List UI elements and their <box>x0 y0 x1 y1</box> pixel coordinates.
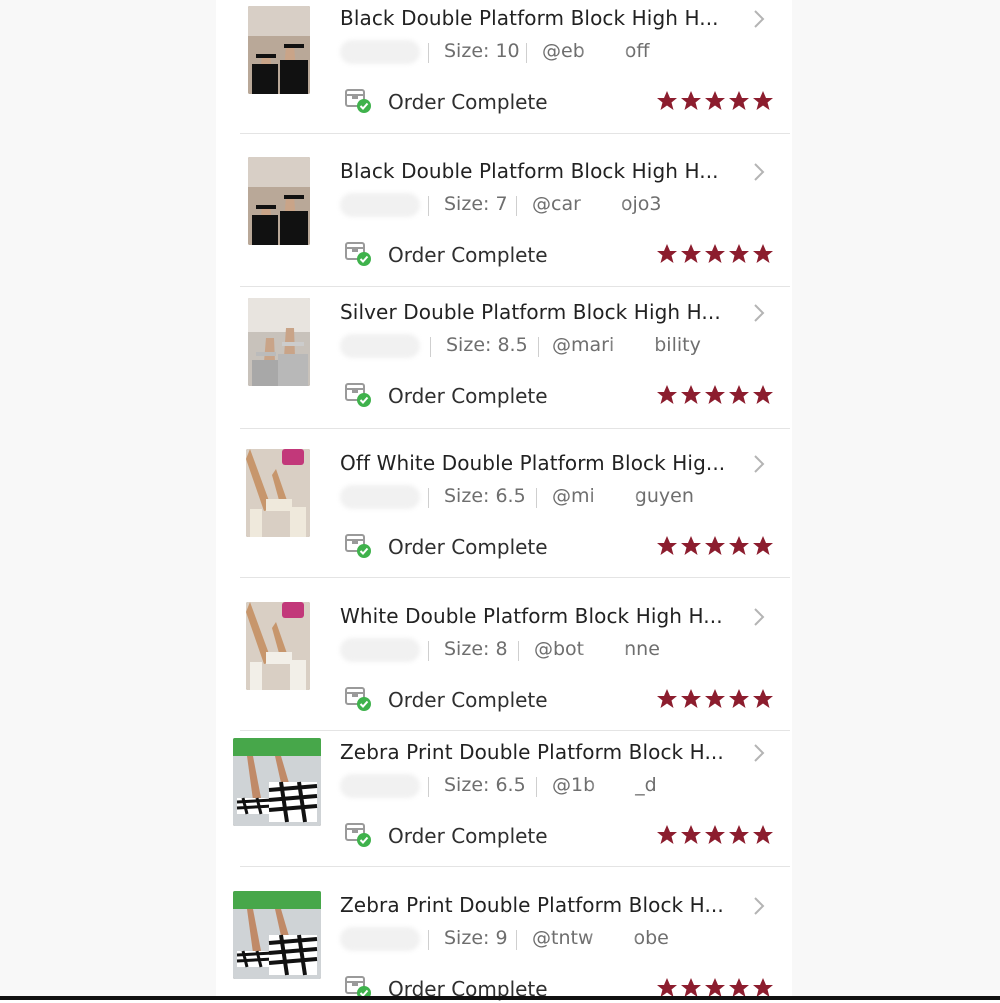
divider-line <box>428 43 429 63</box>
order-list: Black Double Platform Block High H... Si… <box>216 0 792 1001</box>
status-text: Order Complete <box>388 243 548 267</box>
status-text: Order Complete <box>388 824 548 848</box>
price-redacted <box>340 927 420 951</box>
row-divider <box>240 133 790 134</box>
size-label: Size: 9 <box>444 927 508 949</box>
row-divider <box>240 730 790 731</box>
size-label: Size: 8.5 <box>446 334 528 356</box>
price-redacted <box>340 638 420 662</box>
product-thumbnail[interactable] <box>248 298 310 386</box>
product-thumbnail[interactable] <box>246 602 310 690</box>
buyer-username[interactable]: @1b _d <box>552 774 657 796</box>
divider-line <box>516 196 517 216</box>
package-check-icon <box>345 823 371 847</box>
rating-stars <box>657 825 773 844</box>
left-background <box>0 0 216 1000</box>
chevron-right-icon[interactable] <box>752 8 766 30</box>
row-divider <box>240 428 790 429</box>
buyer-username[interactable]: @car ojo3 <box>532 193 662 215</box>
divider-line <box>428 488 429 508</box>
chevron-right-icon[interactable] <box>752 742 766 764</box>
divider-line <box>536 777 537 797</box>
product-thumbnail[interactable] <box>233 891 321 979</box>
price-redacted <box>340 40 420 64</box>
price-redacted <box>340 774 420 798</box>
rating-stars <box>657 91 773 110</box>
rating-stars <box>657 385 773 404</box>
buyer-username[interactable]: @mi guyen <box>552 485 694 507</box>
package-check-icon <box>345 383 371 407</box>
chevron-right-icon[interactable] <box>752 895 766 917</box>
package-check-icon <box>345 89 371 113</box>
status-text: Order Complete <box>388 90 548 114</box>
product-title: Off White Double Platform Block Hig... <box>340 451 726 475</box>
divider-line <box>428 777 429 797</box>
status-text: Order Complete <box>388 384 548 408</box>
package-check-icon <box>345 242 371 266</box>
size-label: Size: 7 <box>444 193 508 215</box>
product-thumbnail[interactable] <box>246 449 310 537</box>
product-title: Zebra Print Double Platform Block H... <box>340 740 724 764</box>
package-check-icon <box>345 534 371 558</box>
divider-line <box>428 930 429 950</box>
divider-line <box>538 337 539 357</box>
chevron-right-icon[interactable] <box>752 161 766 183</box>
product-title: Black Double Platform Block High H... <box>340 159 719 183</box>
product-title: Silver Double Platform Block High H... <box>340 300 721 324</box>
product-thumbnail[interactable] <box>248 157 310 245</box>
divider-line <box>536 488 537 508</box>
divider-line <box>428 196 429 216</box>
size-label: Size: 6.5 <box>444 774 526 796</box>
buyer-username[interactable]: @tntw obe <box>532 927 669 949</box>
row-divider <box>240 866 790 867</box>
divider-line <box>518 641 519 661</box>
status-text: Order Complete <box>388 688 548 712</box>
right-background <box>792 0 1000 1000</box>
buyer-username[interactable]: @bot nne <box>534 638 660 660</box>
product-title: White Double Platform Block High H... <box>340 604 723 628</box>
size-label: Size: 10 <box>444 40 520 62</box>
rating-stars <box>657 244 773 263</box>
product-title: Black Double Platform Block High H... <box>340 6 719 30</box>
chevron-right-icon[interactable] <box>752 606 766 628</box>
size-label: Size: 6.5 <box>444 485 526 507</box>
status-text: Order Complete <box>388 535 548 559</box>
buyer-username[interactable]: @mari bility <box>552 334 701 356</box>
package-check-icon <box>345 687 371 711</box>
divider-line <box>526 43 527 63</box>
row-divider <box>240 286 790 287</box>
divider-line <box>516 930 517 950</box>
buyer-username[interactable]: @eb off <box>542 40 649 62</box>
chevron-right-icon[interactable] <box>752 302 766 324</box>
rating-stars <box>657 689 773 708</box>
price-redacted <box>340 485 420 509</box>
price-redacted <box>340 193 420 217</box>
rating-stars <box>657 536 773 555</box>
product-thumbnail[interactable] <box>248 6 310 94</box>
row-divider <box>240 577 790 578</box>
size-label: Size: 8 <box>444 638 508 660</box>
chevron-right-icon[interactable] <box>752 453 766 475</box>
product-thumbnail[interactable] <box>233 738 321 826</box>
product-title: Zebra Print Double Platform Block H... <box>340 893 724 917</box>
price-redacted <box>340 334 420 358</box>
bottom-edge <box>0 996 1000 1000</box>
divider-line <box>430 337 431 357</box>
divider-line <box>428 641 429 661</box>
